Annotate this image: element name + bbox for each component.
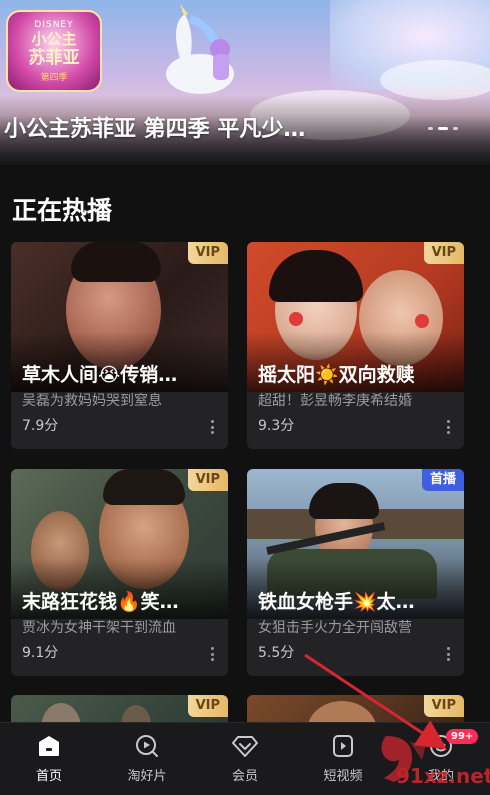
- logo-line1: 小公主: [31, 29, 77, 48]
- short-video-icon: [330, 733, 356, 759]
- vip-badge: VIP: [423, 242, 464, 264]
- vip-badge: VIP: [187, 469, 228, 491]
- more-options-icon[interactable]: [446, 420, 450, 434]
- home-icon: [36, 733, 62, 759]
- banner-pagination: [428, 127, 458, 130]
- more-options-icon[interactable]: [210, 420, 214, 434]
- more-options-icon[interactable]: [446, 647, 450, 661]
- vip-badge: VIP: [187, 242, 228, 264]
- banner-cloud: [380, 60, 490, 100]
- card-title: 铁血女枪手💥太…: [258, 591, 415, 613]
- logo-line2: 苏菲亚: [28, 47, 80, 68]
- nav-item-home[interactable]: 首页: [0, 723, 98, 795]
- nav-label: 会员: [231, 769, 258, 784]
- vip-badge: VIP: [423, 695, 464, 717]
- page-dot-active: [438, 127, 448, 130]
- premiere-badge: 首播: [421, 469, 464, 491]
- card-title: 末路狂花钱🔥笑…: [22, 591, 179, 613]
- card-title: 草木人间😭传销…: [22, 364, 178, 386]
- nav-item-discover[interactable]: 淘好片: [98, 723, 196, 795]
- card-score: 9.1分: [22, 645, 59, 661]
- show-card[interactable]: VIP 末路狂花钱🔥笑… 贾冰为女神干架干到流血 9.1分: [11, 469, 228, 676]
- card-title: 摇太阳☀️双向救赎: [258, 364, 415, 386]
- logo-brand: DISNEY: [34, 19, 74, 30]
- card-score: 5.5分: [258, 645, 295, 661]
- card-subtitle: 贾冰为女神干架干到流血: [22, 620, 176, 636]
- more-options-icon[interactable]: [210, 647, 214, 661]
- section-title: 正在热播: [12, 196, 113, 225]
- page-dot: [428, 127, 433, 130]
- show-logo: DISNEY 小公主 苏菲亚 第四季: [6, 10, 102, 92]
- discover-icon: [134, 733, 160, 759]
- vip-badge: VIP: [187, 695, 228, 717]
- nav-label: 淘好片: [127, 769, 167, 784]
- card-subtitle: 超甜！彭昱畅李庚希结婚: [258, 393, 412, 409]
- show-card[interactable]: 首播 铁血女枪手💥太… 女狙击手火力全开闯敌营 5.5分: [247, 469, 464, 676]
- nav-label: 短视频: [323, 769, 363, 784]
- show-card[interactable]: VIP 摇太阳☀️双向救赎 超甜！彭昱畅李庚希结婚 9.3分: [247, 242, 464, 449]
- card-score: 9.3分: [258, 418, 295, 434]
- card-subtitle: 女狙击手火力全开闯敌营: [258, 620, 412, 636]
- banner-title[interactable]: 小公主苏菲亚 第四季 平凡少…: [4, 111, 305, 143]
- vip-diamond-icon: [232, 733, 258, 759]
- page-dot: [453, 127, 458, 130]
- show-card[interactable]: VIP 草木人间😭传销… 吴磊为救妈妈哭到窒息 7.9分: [11, 242, 228, 449]
- watermark-text: 91xz.net: [396, 764, 490, 788]
- nav-label: 首页: [35, 769, 62, 784]
- card-score: 7.9分: [22, 418, 59, 434]
- logo-season: 第四季: [40, 72, 68, 83]
- site-watermark: 91xz.net: [372, 730, 490, 792]
- hero-banner[interactable]: DISNEY 小公主 苏菲亚 第四季 小公主苏菲亚 第四季 平凡少…: [0, 0, 490, 165]
- card-subtitle: 吴磊为救妈妈哭到窒息: [22, 393, 162, 409]
- nav-item-vip[interactable]: 会员: [196, 723, 294, 795]
